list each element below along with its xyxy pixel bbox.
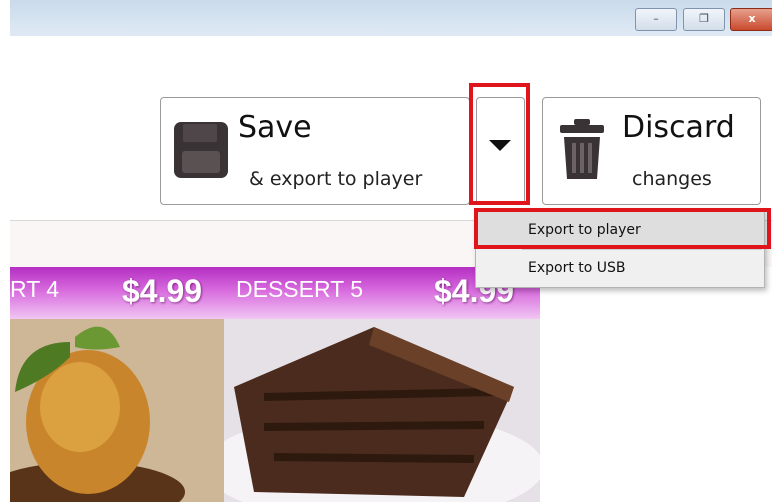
trash-can-icon: [560, 119, 604, 179]
menu-board-item-4: RT 4 $4.99: [10, 267, 224, 502]
window-title-bar: – ❐ x: [10, 0, 772, 36]
save-button-title: Save: [238, 110, 312, 145]
dessert-price: $4.99: [122, 273, 203, 309]
dessert-name: DESSERT 5: [236, 276, 363, 302]
menu-item-export-to-usb[interactable]: Export to USB: [476, 249, 764, 287]
menu-board-item-5: DESSERT 5 $4.99: [224, 267, 540, 502]
save-options-dropdown-button[interactable]: [476, 97, 525, 205]
floppy-disk-icon: [174, 122, 228, 178]
maximize-button[interactable]: ❐: [683, 8, 725, 31]
dessert-name: RT 4: [10, 276, 60, 302]
dropdown-arrow-icon: [489, 140, 511, 151]
discard-button-title: Discard: [622, 110, 735, 145]
discard-button-subtitle: changes: [632, 168, 712, 190]
close-button[interactable]: x: [730, 8, 772, 31]
menu-item-export-to-player[interactable]: Export to player: [476, 211, 764, 249]
minimize-button[interactable]: –: [635, 8, 677, 31]
save-button-subtitle: & export to player: [249, 168, 423, 190]
export-dropdown-menu: Export to player Export to USB: [475, 208, 765, 288]
